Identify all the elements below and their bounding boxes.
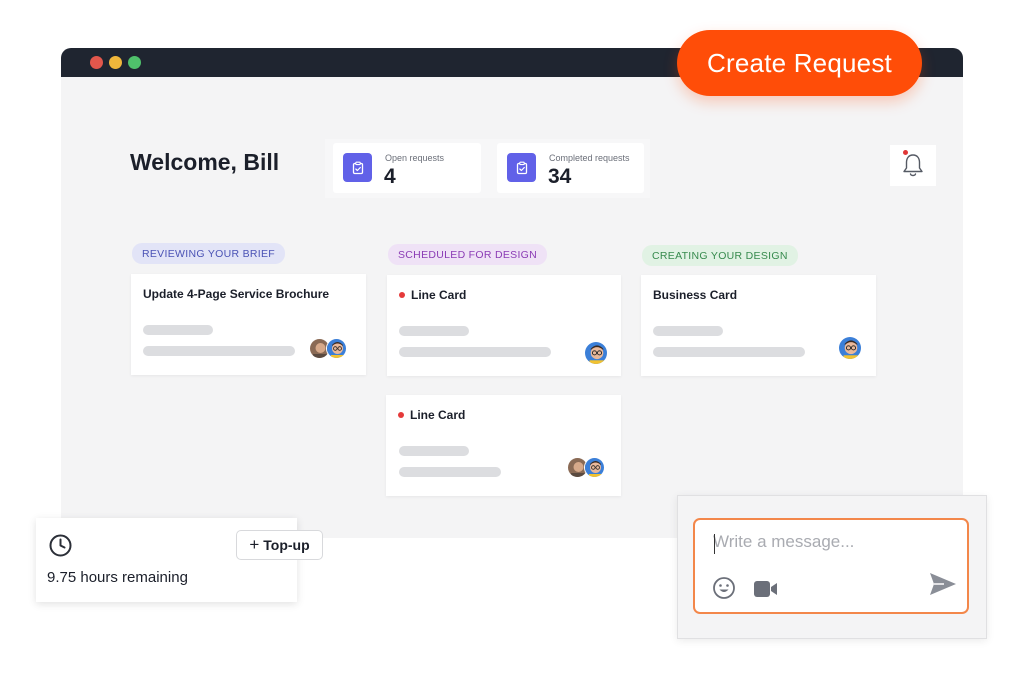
message-composer	[693, 518, 969, 614]
avatar	[326, 338, 347, 359]
window-minimize-dot[interactable]	[109, 56, 122, 69]
request-card[interactable]: Business Card	[641, 275, 876, 376]
clipboard-icon	[507, 153, 536, 182]
window-maximize-dot[interactable]	[128, 56, 141, 69]
create-request-button[interactable]: Create Request	[677, 30, 922, 96]
window-close-dot[interactable]	[90, 56, 103, 69]
plus-icon: +	[249, 535, 260, 554]
avatar	[838, 336, 862, 360]
placeholder-bar	[399, 467, 501, 477]
stat-label: Open requests	[385, 153, 445, 163]
top-up-label: Top-up	[263, 537, 310, 553]
hours-remaining-text: 9.75 hours remaining	[47, 569, 188, 586]
placeholder-bar	[653, 326, 723, 336]
clock-icon	[49, 534, 72, 557]
urgent-indicator	[399, 292, 405, 298]
request-card[interactable]: Update 4-Page Service Brochure	[131, 274, 366, 375]
send-icon[interactable]	[928, 570, 958, 598]
stat-value: 4	[384, 165, 396, 188]
placeholder-bar	[143, 325, 213, 335]
placeholder-bar	[399, 446, 469, 456]
page-title: Welcome, Bill	[130, 149, 280, 175]
request-card[interactable]: Line Card	[387, 275, 621, 376]
placeholder-bar	[399, 326, 469, 336]
column-tag-creating: CREATING YOUR DESIGN	[642, 245, 798, 266]
text-cursor	[714, 534, 715, 554]
card-title: Update 4-Page Service Brochure	[143, 287, 330, 301]
avatar	[584, 457, 605, 478]
video-icon[interactable]	[753, 579, 779, 599]
card-title: Business Card	[653, 288, 738, 302]
notifications-button[interactable]	[890, 145, 936, 186]
bell-icon	[903, 153, 923, 176]
hours-panel: + Top-up 9.75 hours remaining	[36, 518, 323, 602]
card-title: Line Card	[398, 408, 465, 422]
request-card[interactable]: Line Card	[386, 395, 621, 496]
stat-open-requests[interactable]: Open requests 4	[333, 143, 481, 193]
column-tag-reviewing: REVIEWING YOUR BRIEF	[132, 243, 285, 264]
top-up-button[interactable]: + Top-up	[236, 530, 323, 560]
card-title: Line Card	[399, 288, 466, 302]
placeholder-bar	[653, 347, 805, 357]
unread-indicator	[903, 150, 908, 155]
stat-completed-requests[interactable]: Completed requests 34	[497, 143, 644, 193]
column-tag-scheduled: SCHEDULED FOR DESIGN	[388, 244, 548, 265]
placeholder-bar	[143, 346, 295, 356]
message-input[interactable]	[713, 532, 953, 552]
urgent-indicator	[398, 412, 404, 418]
clipboard-icon	[343, 153, 372, 182]
message-panel	[677, 495, 987, 639]
stat-label: Completed requests	[549, 153, 630, 163]
stat-value: 34	[548, 165, 572, 188]
placeholder-bar	[399, 347, 551, 357]
stats-panel: Open requests 4 Completed requests 34	[325, 139, 650, 198]
emoji-icon[interactable]	[712, 576, 736, 600]
avatar	[584, 341, 608, 365]
